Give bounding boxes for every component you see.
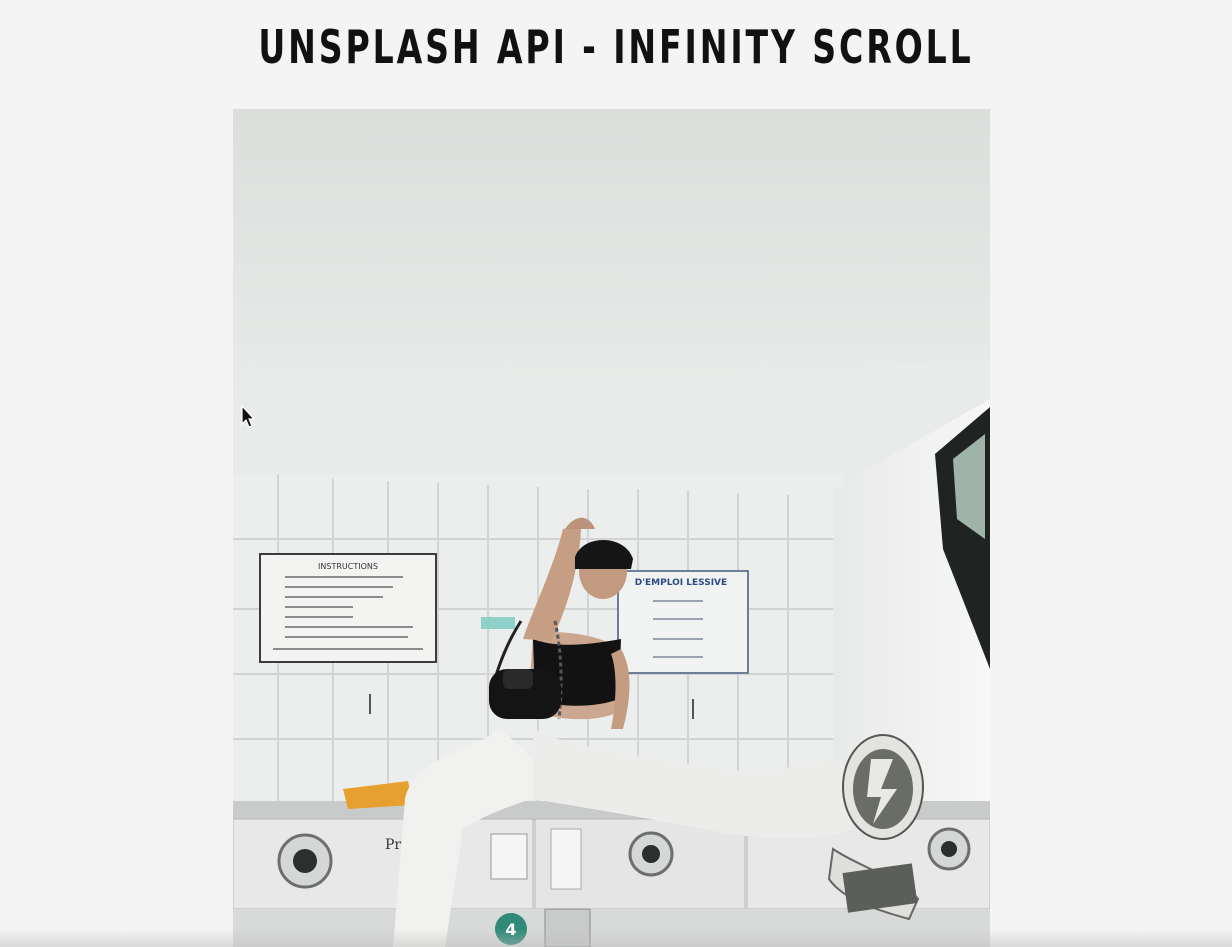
- poster-left-title: INSTRUCTIONS: [318, 562, 378, 571]
- unsplash-photo[interactable]: INSTRUCTIONS D'EMPLOI LESSIVE Pri 4: [233, 109, 990, 947]
- page-title: UNSPLASH API - INFINITY SCROLL: [258, 20, 974, 74]
- photo-illustration: INSTRUCTIONS D'EMPLOI LESSIVE Pri 4: [233, 109, 990, 947]
- sneaker: [842, 734, 924, 840]
- mouse-cursor-icon: [241, 405, 256, 428]
- machine-number: 4: [505, 920, 516, 939]
- poster-right-title: D'EMPLOI LESSIVE: [635, 578, 727, 588]
